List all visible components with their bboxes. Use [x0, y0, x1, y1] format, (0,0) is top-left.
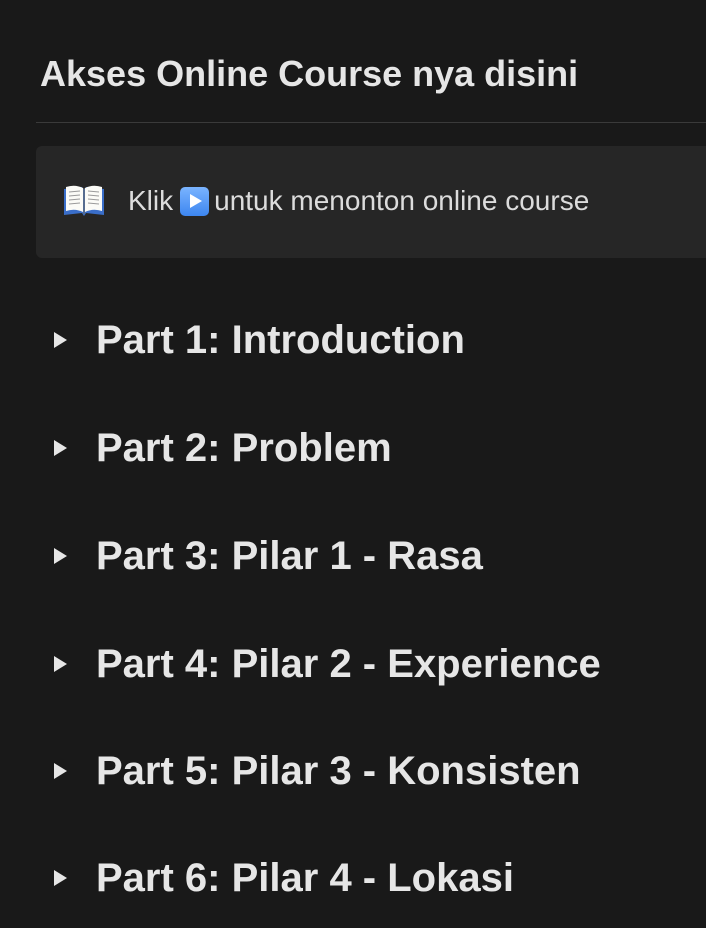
- toggle-label: Part 2: Problem: [96, 426, 392, 470]
- toggle-part-4[interactable]: Part 4: Pilar 2 - Experience: [50, 634, 700, 694]
- toggle-part-2[interactable]: Part 2: Problem: [50, 418, 700, 478]
- toggle-part-6[interactable]: Part 6: Pilar 4 - Lokasi: [50, 848, 700, 908]
- toggle-part-1[interactable]: Part 1: Introduction: [50, 310, 700, 370]
- callout-text-before: Klik: [128, 185, 174, 216]
- toggle-triangle-icon[interactable]: [50, 848, 96, 908]
- toggle-label: Part 4: Pilar 2 - Experience: [96, 642, 601, 686]
- play-button-icon: [180, 186, 210, 216]
- toggle-triangle-icon[interactable]: [50, 741, 96, 801]
- toggle-triangle-icon[interactable]: [50, 418, 96, 478]
- callout-text: Klik untuk menonton online course: [128, 184, 589, 218]
- toggle-part-3[interactable]: Part 3: Pilar 1 - Rasa: [50, 526, 700, 586]
- heading-divider: [36, 122, 706, 123]
- toggle-triangle-icon[interactable]: [50, 310, 96, 370]
- toggle-triangle-icon[interactable]: [50, 634, 96, 694]
- toggle-part-5[interactable]: Part 5: Pilar 3 - Konsisten: [50, 741, 700, 801]
- toggle-label: Part 1: Introduction: [96, 318, 465, 362]
- toggle-label: Part 5: Pilar 3 - Konsisten: [96, 749, 581, 793]
- toggle-label: Part 6: Pilar 4 - Lokasi: [96, 856, 514, 900]
- toggle-label: Part 3: Pilar 1 - Rasa: [96, 534, 483, 578]
- callout-text-after: untuk menonton online course: [214, 185, 590, 216]
- notion-page: Akses Online Course nya disini Klik untu…: [0, 0, 706, 928]
- callout-block[interactable]: Klik untuk menonton online course: [36, 146, 706, 258]
- toggle-triangle-icon[interactable]: [50, 526, 96, 586]
- page-heading: Akses Online Course nya disini: [40, 53, 579, 94]
- open-book-icon: [64, 185, 104, 216]
